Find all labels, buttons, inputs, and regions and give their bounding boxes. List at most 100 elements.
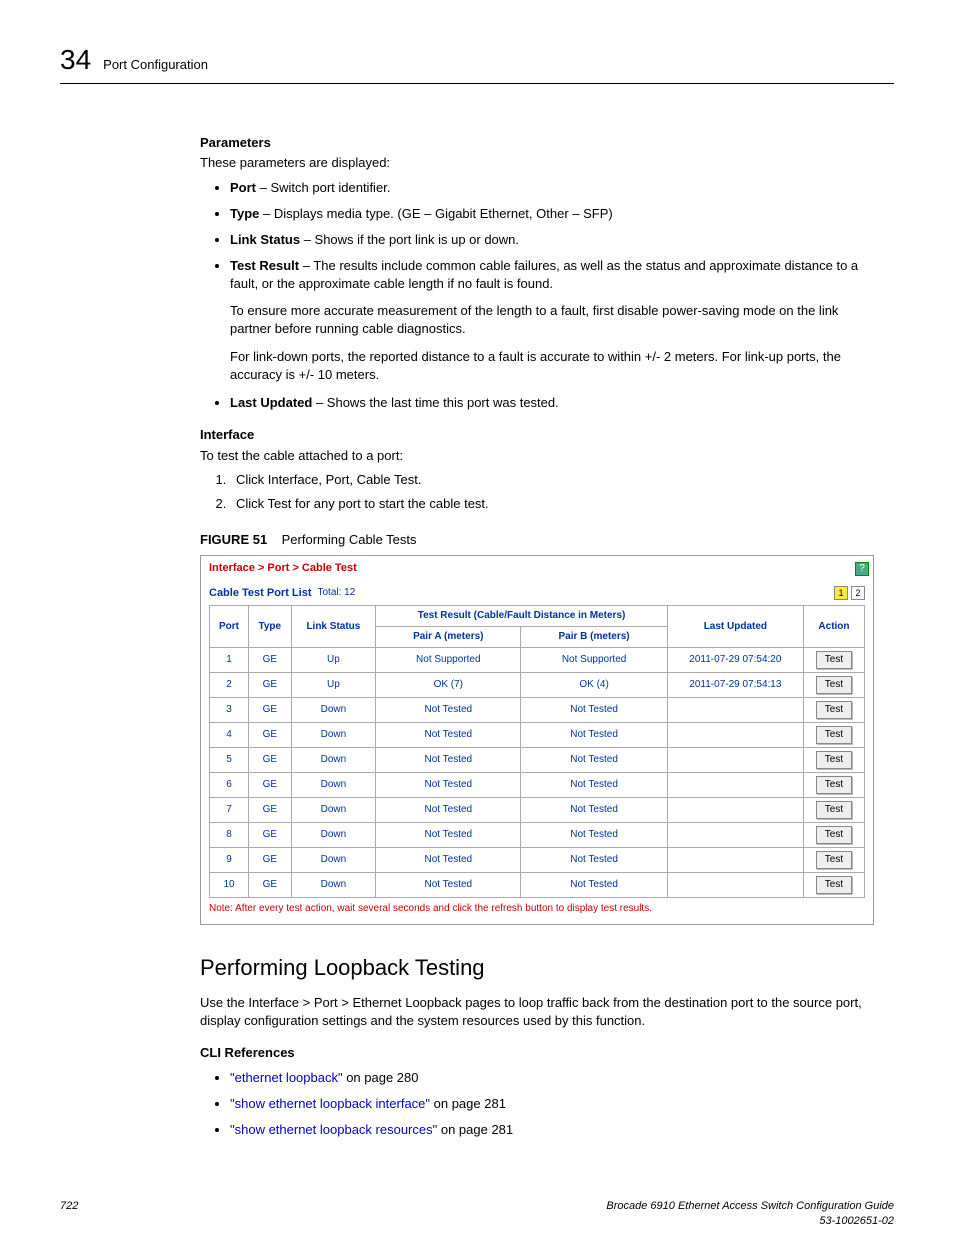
cell-pairA: Not Tested bbox=[376, 748, 521, 773]
cell-port: 9 bbox=[210, 848, 249, 873]
cell-action: Test bbox=[803, 848, 864, 873]
interface-heading: Interface bbox=[200, 426, 874, 444]
cell-pairA: Not Tested bbox=[376, 698, 521, 723]
page-header: 34 Port Configuration bbox=[60, 40, 894, 84]
list-total: Total: 12 bbox=[317, 586, 355, 600]
cell-link: Down bbox=[291, 773, 376, 798]
cell-action: Test bbox=[803, 673, 864, 698]
param-term: Last Updated bbox=[230, 395, 312, 410]
test-button[interactable]: Test bbox=[816, 676, 852, 694]
cell-updated bbox=[667, 873, 803, 898]
cell-pairB: Not Tested bbox=[521, 848, 667, 873]
figure-label: FIGURE 51 Performing Cable Tests bbox=[200, 531, 874, 549]
cli-ref-2: "show ethernet loopback interface" on pa… bbox=[230, 1095, 874, 1113]
cell-port: 5 bbox=[210, 748, 249, 773]
cell-pairA: Not Tested bbox=[376, 723, 521, 748]
table-row: 8GEDownNot TestedNot TestedTest bbox=[210, 823, 865, 848]
cell-action: Test bbox=[803, 798, 864, 823]
cell-updated bbox=[667, 748, 803, 773]
test-button[interactable]: Test bbox=[816, 801, 852, 819]
cli-ref-1: "ethernet loopback" on page 280 bbox=[230, 1069, 874, 1087]
cell-port: 7 bbox=[210, 798, 249, 823]
cell-updated bbox=[667, 723, 803, 748]
cell-port: 3 bbox=[210, 698, 249, 723]
cli-suffix: on page 281 bbox=[437, 1122, 513, 1137]
test-button[interactable]: Test bbox=[816, 851, 852, 869]
test-button[interactable]: Test bbox=[816, 701, 852, 719]
cell-pairA: Not Tested bbox=[376, 848, 521, 873]
cell-pairB: OK (4) bbox=[521, 673, 667, 698]
cable-test-table: Port Type Link Status Test Result (Cable… bbox=[209, 605, 865, 898]
cli-references-list: "ethernet loopback" on page 280 "show et… bbox=[200, 1069, 874, 1140]
cell-link: Down bbox=[291, 723, 376, 748]
screenshot-note: Note: After every test action, wait seve… bbox=[201, 898, 873, 924]
cell-pairA: Not Supported bbox=[376, 648, 521, 673]
test-button[interactable]: Test bbox=[816, 876, 852, 894]
table-row: 1GEUpNot SupportedNot Supported2011-07-2… bbox=[210, 648, 865, 673]
test-button[interactable]: Test bbox=[816, 776, 852, 794]
cell-type: GE bbox=[249, 698, 292, 723]
parameters-list: Port – Switch port identifier. Type – Di… bbox=[200, 179, 874, 413]
col-pair-a: Pair A (meters) bbox=[376, 627, 521, 648]
table-row: 6GEDownNot TestedNot TestedTest bbox=[210, 773, 865, 798]
cli-link[interactable]: "show ethernet loopback resources" bbox=[230, 1122, 437, 1137]
cell-link: Down bbox=[291, 798, 376, 823]
table-row: 9GEDownNot TestedNot TestedTest bbox=[210, 848, 865, 873]
chapter-title: Port Configuration bbox=[103, 56, 208, 74]
table-row: 3GEDownNot TestedNot TestedTest bbox=[210, 698, 865, 723]
cell-link: Up bbox=[291, 648, 376, 673]
cell-link: Down bbox=[291, 748, 376, 773]
cell-link: Down bbox=[291, 698, 376, 723]
test-button[interactable]: Test bbox=[816, 826, 852, 844]
cell-pairA: OK (7) bbox=[376, 673, 521, 698]
list-title: Cable Test Port List bbox=[209, 586, 311, 601]
cell-port: 8 bbox=[210, 823, 249, 848]
cell-pairA: Not Tested bbox=[376, 798, 521, 823]
col-test-result-group: Test Result (Cable/Fault Distance in Met… bbox=[376, 606, 668, 627]
cell-pairB: Not Tested bbox=[521, 773, 667, 798]
doc-id: 53-1002651-02 bbox=[606, 1214, 894, 1229]
loopback-heading: Performing Loopback Testing bbox=[200, 953, 874, 984]
figure-caption: Performing Cable Tests bbox=[282, 532, 417, 547]
cli-link[interactable]: "ethernet loopback" bbox=[230, 1070, 343, 1085]
cell-type: GE bbox=[249, 723, 292, 748]
col-type: Type bbox=[249, 606, 292, 648]
cell-type: GE bbox=[249, 773, 292, 798]
cell-type: GE bbox=[249, 873, 292, 898]
cell-pairB: Not Supported bbox=[521, 648, 667, 673]
cell-action: Test bbox=[803, 748, 864, 773]
param-term: Link Status bbox=[230, 232, 300, 247]
test-button[interactable]: Test bbox=[816, 651, 852, 669]
chapter-number: 34 bbox=[60, 40, 91, 79]
figure-number: FIGURE 51 bbox=[200, 532, 267, 547]
cli-suffix: on page 281 bbox=[430, 1096, 506, 1111]
cell-pairB: Not Tested bbox=[521, 723, 667, 748]
cell-action: Test bbox=[803, 698, 864, 723]
cell-port: 4 bbox=[210, 723, 249, 748]
cell-type: GE bbox=[249, 673, 292, 698]
test-button[interactable]: Test bbox=[816, 726, 852, 744]
pager-page-1[interactable]: 1 bbox=[834, 586, 848, 600]
loopback-intro: Use the Interface > Port > Ethernet Loop… bbox=[200, 994, 874, 1030]
test-button[interactable]: Test bbox=[816, 751, 852, 769]
cell-port: 2 bbox=[210, 673, 249, 698]
help-icon[interactable]: ? bbox=[855, 562, 869, 576]
param-desc: – Displays media type. (GE – Gigabit Eth… bbox=[259, 206, 612, 221]
param-term: Type bbox=[230, 206, 259, 221]
pager-page-2[interactable]: 2 bbox=[851, 586, 865, 600]
step-2: Click Test for any port to start the cab… bbox=[230, 495, 874, 513]
param-term: Test Result bbox=[230, 258, 299, 273]
cell-link: Down bbox=[291, 848, 376, 873]
cell-type: GE bbox=[249, 848, 292, 873]
col-link-status: Link Status bbox=[291, 606, 376, 648]
param-term: Port bbox=[230, 180, 256, 195]
cli-link[interactable]: "show ethernet loopback interface" bbox=[230, 1096, 430, 1111]
page-footer: 722 Brocade 6910 Ethernet Access Switch … bbox=[60, 1199, 894, 1230]
cell-action: Test bbox=[803, 773, 864, 798]
cell-port: 1 bbox=[210, 648, 249, 673]
table-row: 4GEDownNot TestedNot TestedTest bbox=[210, 723, 865, 748]
table-row: 10GEDownNot TestedNot TestedTest bbox=[210, 873, 865, 898]
test-result-note-2: For link-down ports, the reported distan… bbox=[230, 348, 874, 384]
col-pair-b: Pair B (meters) bbox=[521, 627, 667, 648]
col-action: Action bbox=[803, 606, 864, 648]
